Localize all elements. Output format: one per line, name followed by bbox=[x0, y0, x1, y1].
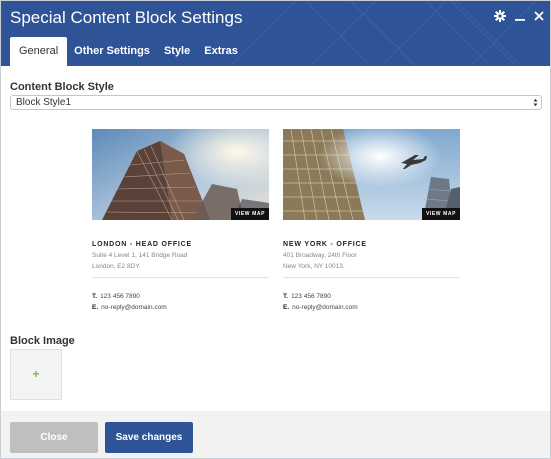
email-value: no-reply@domain.com bbox=[292, 304, 358, 311]
office-address-line2: London, E2 8DY. bbox=[92, 263, 141, 270]
office-address-line2: New York, NY 10013. bbox=[283, 263, 345, 270]
office-address-line1: 401 Broadway, 24th Floor bbox=[283, 252, 357, 259]
tab-style[interactable]: Style bbox=[157, 37, 197, 66]
view-map-button[interactable]: VIEW MAP bbox=[231, 208, 269, 220]
phone-value: 123 456 7890 bbox=[100, 293, 140, 300]
card-divider bbox=[283, 277, 460, 278]
card-divider bbox=[92, 277, 269, 278]
tab-general[interactable]: General bbox=[10, 37, 68, 66]
phone-value: 123 456 7890 bbox=[291, 293, 331, 300]
close-button[interactable]: Close bbox=[10, 422, 98, 453]
tab-extras[interactable]: Extras bbox=[197, 37, 245, 66]
general-panel: Content Block Style Block Style1 VIEW MA… bbox=[1, 66, 550, 411]
block-image-upload[interactable]: + bbox=[10, 349, 62, 400]
office-card-new-york: VIEW MAP NEW YORK - OFFICE 401 Broadway,… bbox=[283, 129, 460, 311]
dialog-footer: Close Save changes bbox=[1, 411, 550, 458]
office-email: E. no-reply@domain.com bbox=[92, 304, 167, 311]
minimize-icon[interactable] bbox=[515, 11, 525, 21]
phone-label: T. bbox=[92, 293, 98, 300]
dialog-title: Special Content Block Settings bbox=[10, 8, 243, 27]
tab-other-settings[interactable]: Other Settings bbox=[67, 37, 157, 66]
gear-icon[interactable] bbox=[494, 10, 506, 22]
office-image-new-york: VIEW MAP bbox=[283, 129, 460, 220]
email-value: no-reply@domain.com bbox=[101, 304, 167, 311]
email-label: E. bbox=[283, 304, 290, 311]
select-value: Block Style1 bbox=[16, 97, 72, 108]
block-image-label: Block Image bbox=[10, 335, 75, 347]
office-card-london: VIEW MAP LONDON - HEAD OFFICE Suite 4 Le… bbox=[92, 129, 269, 311]
office-phone: T. 123 456 7890 bbox=[92, 293, 140, 300]
select-arrows-icon bbox=[533, 98, 538, 107]
building-photo-new-york bbox=[283, 129, 460, 220]
window-controls bbox=[494, 10, 544, 22]
office-email: E. no-reply@domain.com bbox=[283, 304, 358, 311]
settings-dialog: Special Content Block Settings General O… bbox=[0, 0, 551, 459]
office-image-london: VIEW MAP bbox=[92, 129, 269, 220]
office-phone: T. 123 456 7890 bbox=[283, 293, 331, 300]
phone-label: T. bbox=[283, 293, 289, 300]
tab-bar: General Other Settings Style Extras bbox=[10, 37, 245, 66]
view-map-button[interactable]: VIEW MAP bbox=[422, 208, 460, 220]
content-block-style-label: Content Block Style bbox=[10, 81, 114, 93]
office-name: LONDON - HEAD OFFICE bbox=[92, 241, 192, 248]
close-icon[interactable] bbox=[534, 11, 544, 21]
email-label: E. bbox=[92, 304, 99, 311]
plus-icon: + bbox=[32, 367, 40, 381]
content-block-style-select[interactable]: Block Style1 bbox=[10, 95, 542, 110]
dialog-header: Special Content Block Settings General O… bbox=[1, 1, 550, 66]
office-address-line1: Suite 4 Level 1, 141 Bridge Road bbox=[92, 252, 188, 259]
office-name: NEW YORK - OFFICE bbox=[283, 241, 367, 248]
save-changes-button[interactable]: Save changes bbox=[105, 422, 193, 453]
building-photo-london bbox=[92, 129, 269, 220]
